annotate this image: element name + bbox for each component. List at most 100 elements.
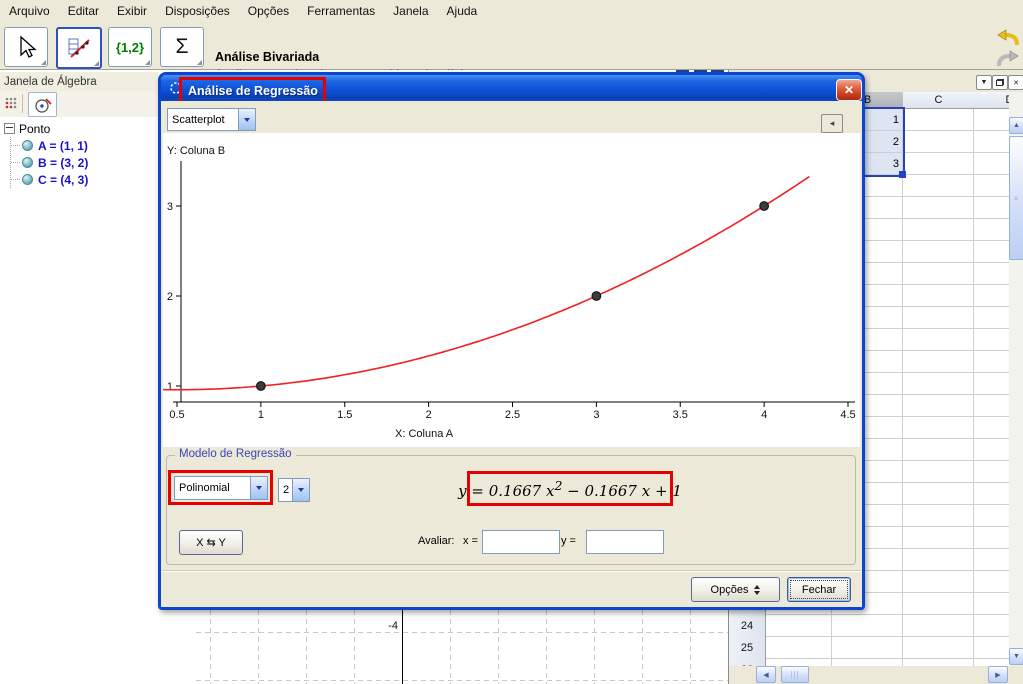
evaluate-x-input[interactable] bbox=[482, 530, 560, 554]
spreadsheet-cell[interactable] bbox=[903, 505, 974, 527]
spreadsheet-cell[interactable] bbox=[832, 615, 903, 637]
plot-type-select[interactable]: Scatterplot bbox=[167, 108, 256, 131]
spreadsheet-cell[interactable] bbox=[903, 131, 974, 153]
spreadsheet-cell[interactable] bbox=[903, 197, 974, 219]
separator bbox=[162, 570, 861, 572]
spreadsheet-cell[interactable] bbox=[903, 461, 974, 483]
menu-item-exibir[interactable]: Exibir bbox=[108, 1, 156, 21]
selection-drag-handle[interactable] bbox=[899, 171, 906, 178]
one-variable-analysis-tool-button[interactable]: {1,2} bbox=[108, 27, 152, 67]
dialog-close-button[interactable]: ✕ bbox=[836, 79, 862, 101]
combo-arrow-icon[interactable] bbox=[292, 479, 309, 501]
menu-item-janela[interactable]: Janela bbox=[384, 1, 437, 21]
panel-close-button[interactable]: ✕ bbox=[1008, 75, 1023, 90]
spreadsheet-cell[interactable] bbox=[903, 373, 974, 395]
tree-point-item[interactable]: B = (3, 2) bbox=[11, 154, 88, 171]
tool-dropdown-icon[interactable] bbox=[145, 60, 150, 65]
spreadsheet-cell[interactable] bbox=[903, 175, 974, 197]
combo-arrow-icon[interactable] bbox=[238, 109, 255, 130]
spreadsheet-cell[interactable] bbox=[903, 285, 974, 307]
scroll-up-button[interactable]: ▲ bbox=[1009, 117, 1023, 134]
spreadsheet-cell[interactable] bbox=[903, 329, 974, 351]
spreadsheet-cell[interactable] bbox=[903, 549, 974, 571]
scroll-left-button[interactable]: ◀ bbox=[756, 666, 776, 683]
spreadsheet-cell[interactable] bbox=[903, 263, 974, 285]
spreadsheet-cell[interactable] bbox=[903, 109, 974, 131]
dialog-title-bar[interactable]: Análise de Regressão ✕ bbox=[161, 75, 862, 101]
spreadsheet-cell[interactable] bbox=[903, 571, 974, 593]
tree-connector bbox=[11, 162, 20, 163]
tree-point-item[interactable]: A = (1, 1) bbox=[11, 137, 88, 154]
options-button-label: Opções bbox=[711, 584, 749, 596]
panel-menu-button[interactable]: ▼ bbox=[976, 75, 992, 90]
spreadsheet-cell[interactable] bbox=[903, 395, 974, 417]
spreadsheet-cell[interactable] bbox=[903, 615, 974, 637]
evaluate-label: Avaliar: bbox=[418, 535, 454, 547]
tool-dropdown-icon[interactable] bbox=[197, 60, 202, 65]
spreadsheet-cell[interactable] bbox=[903, 351, 974, 373]
spreadsheet-cell[interactable] bbox=[832, 637, 903, 659]
two-variable-analysis-tool-button[interactable] bbox=[56, 27, 102, 69]
svg-text:2.5: 2.5 bbox=[505, 409, 520, 421]
menu-item-ferramentas[interactable]: Ferramentas bbox=[298, 1, 384, 21]
toolbar: {1,2} Σ Análise Bivariada Analisa pares … bbox=[0, 22, 1023, 70]
close-dialog-button[interactable]: Fechar bbox=[787, 577, 851, 602]
point-sphere-icon bbox=[22, 174, 33, 185]
svg-text:3: 3 bbox=[167, 201, 173, 213]
menu-item-arquivo[interactable]: Arquivo bbox=[0, 1, 59, 21]
spreadsheet-cell[interactable] bbox=[903, 439, 974, 461]
undo-icon[interactable] bbox=[996, 29, 1020, 47]
tool-dropdown-icon[interactable] bbox=[94, 61, 99, 66]
restore-icon bbox=[996, 79, 1004, 86]
panel-restore-button[interactable] bbox=[992, 75, 1008, 90]
spreadsheet-cell[interactable] bbox=[903, 417, 974, 439]
swap-xy-button[interactable]: X ⇆ Y bbox=[179, 530, 243, 555]
drag-dots-icon[interactable] bbox=[4, 96, 18, 110]
menu-item-editar[interactable]: Editar bbox=[59, 1, 108, 21]
tool-dropdown-icon[interactable] bbox=[41, 60, 46, 65]
algebra-style-bar bbox=[0, 91, 158, 117]
row-header-25[interactable]: 25 bbox=[729, 637, 766, 660]
menu-item-ajuda[interactable]: Ajuda bbox=[438, 1, 487, 21]
tree-node-ponto[interactable]: Ponto bbox=[0, 120, 88, 137]
menu-item-opes[interactable]: Opções bbox=[239, 1, 298, 21]
spreadsheet-cell[interactable] bbox=[903, 307, 974, 329]
options-button[interactable]: Opções bbox=[691, 577, 780, 602]
spreadsheet-cell[interactable] bbox=[903, 527, 974, 549]
sum-tool-button[interactable]: Σ bbox=[160, 27, 204, 67]
combo-arrow-icon[interactable] bbox=[250, 477, 267, 499]
collapse-node-icon[interactable] bbox=[4, 123, 15, 134]
menu-bar: ArquivoEditarExibirDisposiçõesOpçõesFerr… bbox=[0, 0, 1023, 23]
evaluate-y-input[interactable] bbox=[586, 530, 664, 554]
tree-point-item[interactable]: C = (4, 3) bbox=[11, 171, 88, 188]
spreadsheet-cell[interactable] bbox=[903, 593, 974, 615]
spreadsheet-cell[interactable] bbox=[903, 483, 974, 505]
redo-icon[interactable] bbox=[996, 50, 1020, 68]
regression-model-select[interactable]: Polinomial bbox=[174, 476, 268, 500]
vertical-scrollbar-thumb[interactable]: ≡ bbox=[1009, 136, 1023, 260]
scroll-right-button[interactable]: ▶ bbox=[988, 666, 1008, 683]
horizontal-scrollbar-thumb[interactable]: ||| bbox=[781, 666, 809, 683]
spreadsheet-cell[interactable] bbox=[766, 615, 832, 637]
point-label[interactable]: B = (3, 2) bbox=[38, 156, 88, 170]
tree-children: A = (1, 1) B = (3, 2) C = (4, 3) bbox=[10, 137, 88, 188]
auxiliary-objects-button[interactable] bbox=[28, 92, 57, 117]
spreadsheet-cell[interactable] bbox=[903, 637, 974, 659]
svg-text:X: Coluna A: X: Coluna A bbox=[395, 428, 454, 440]
polynomial-degree-select[interactable]: 2 bbox=[278, 478, 310, 502]
collapse-plot-panel-button[interactable]: ◂ bbox=[821, 114, 843, 133]
tree-connector bbox=[11, 145, 20, 146]
row-header-24[interactable]: 24 bbox=[729, 615, 766, 638]
svg-text:2: 2 bbox=[426, 409, 432, 421]
scroll-down-button[interactable]: ▼ bbox=[1009, 648, 1023, 665]
column-header-C[interactable]: C bbox=[903, 92, 975, 109]
spreadsheet-cell[interactable] bbox=[903, 219, 974, 241]
point-label[interactable]: C = (4, 3) bbox=[38, 173, 88, 187]
spreadsheet-cell[interactable] bbox=[766, 637, 832, 659]
spreadsheet-cell[interactable] bbox=[903, 153, 974, 175]
menu-item-disposies[interactable]: Disposições bbox=[156, 1, 239, 21]
spreadsheet-cell[interactable] bbox=[903, 241, 974, 263]
move-tool-button[interactable] bbox=[4, 27, 48, 67]
point-label[interactable]: A = (1, 1) bbox=[38, 139, 88, 153]
regression-model-value: Polinomial bbox=[175, 482, 250, 494]
